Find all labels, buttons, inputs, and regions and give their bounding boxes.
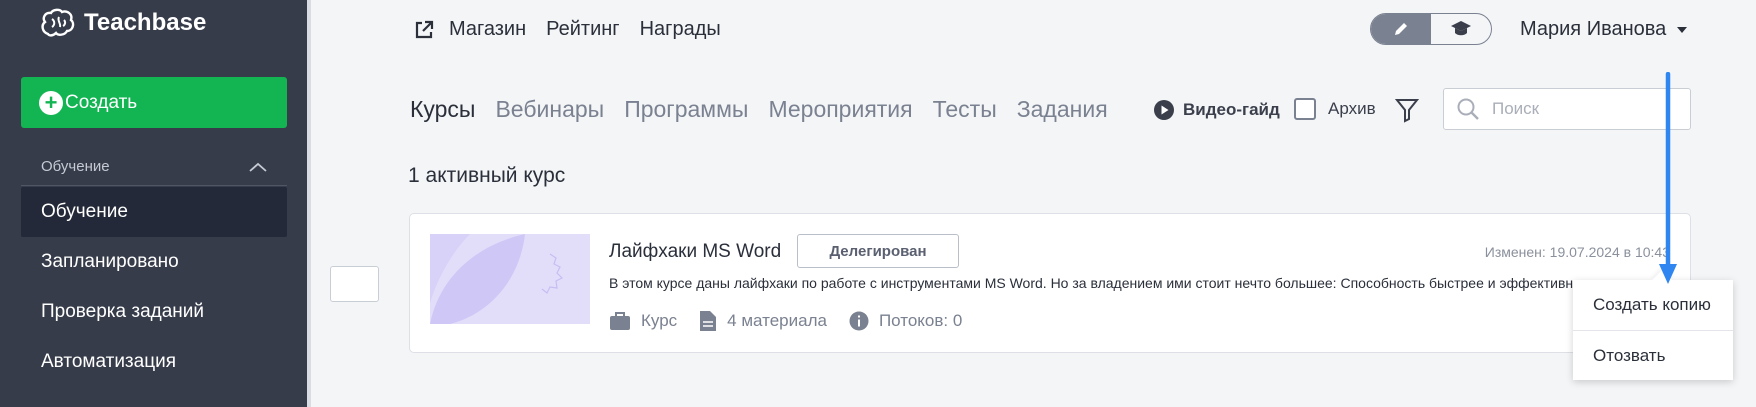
archive-label: Архив bbox=[1328, 99, 1376, 118]
course-materials-label: 4 материала bbox=[727, 311, 827, 330]
awards-link[interactable]: Награды bbox=[640, 18, 721, 41]
top-nav: Магазин Рейтинг Награды bbox=[413, 18, 721, 41]
create-button-label: Создать bbox=[65, 91, 138, 113]
user-name: Мария Иванова bbox=[1520, 18, 1667, 40]
sidebar-item-automation[interactable]: Автоматизация bbox=[21, 337, 287, 387]
brain-logo-icon bbox=[41, 8, 75, 37]
create-button[interactable]: + Создать bbox=[21, 77, 287, 128]
archive-toggle[interactable]: Архив bbox=[1294, 98, 1376, 120]
menu-item-create-copy[interactable]: Создать копию bbox=[1573, 280, 1733, 330]
tab-tests[interactable]: Тесты bbox=[933, 96, 997, 123]
mode-toggle bbox=[1370, 13, 1492, 45]
modified-date: Изменен: 19.07.2024 в 10:43 bbox=[1484, 244, 1670, 260]
caret-down-icon bbox=[1677, 26, 1688, 33]
learner-mode-button[interactable] bbox=[1431, 14, 1491, 44]
plus-icon: + bbox=[39, 90, 63, 115]
info-icon bbox=[849, 311, 869, 331]
course-description: В этом курсе даны лайфхаки по работе с и… bbox=[609, 275, 1642, 291]
course-materials: 4 материала bbox=[699, 310, 827, 332]
course-thumbnail bbox=[430, 234, 590, 324]
course-count-title: 1 активный курс bbox=[408, 164, 566, 187]
course-type-label: Курс bbox=[641, 311, 678, 330]
tab-courses[interactable]: Курсы bbox=[410, 96, 475, 123]
search-input[interactable] bbox=[1492, 99, 1672, 119]
video-guide-label: Видео-гайд bbox=[1183, 100, 1280, 119]
sidebar-item-scheduled[interactable]: Запланировано bbox=[21, 237, 287, 287]
edit-mode-button[interactable] bbox=[1371, 14, 1431, 44]
video-guide-button[interactable]: Видео-гайд bbox=[1153, 99, 1280, 121]
user-menu[interactable]: Мария Иванова bbox=[1520, 18, 1688, 41]
menu-item-revoke[interactable]: Отозвать bbox=[1573, 330, 1733, 380]
sidebar-item-learning[interactable]: Обучение bbox=[21, 187, 287, 237]
tab-events[interactable]: Мероприятия bbox=[768, 96, 912, 123]
external-link-icon bbox=[415, 20, 434, 38]
status-badge: Делегирован bbox=[797, 234, 959, 268]
search-icon bbox=[1457, 98, 1479, 120]
sidebar: Teachbase + Создать Обучение Обучение За… bbox=[0, 0, 307, 407]
sidebar-item-label: Автоматизация bbox=[41, 351, 176, 372]
sidebar-item-label: Проверка заданий bbox=[41, 301, 205, 322]
sidebar-section-label: Обучение bbox=[41, 158, 110, 175]
course-title[interactable]: Лайфхаки MS Word bbox=[609, 241, 781, 263]
course-card[interactable]: Лайфхаки MS Word Делегирован Изменен: 19… bbox=[409, 213, 1691, 353]
tab-programs[interactable]: Программы bbox=[624, 96, 748, 123]
sidebar-item-label: Обучение bbox=[41, 201, 128, 222]
course-streams: Потоков: 0 bbox=[849, 311, 962, 331]
archive-checkbox[interactable] bbox=[1294, 98, 1316, 120]
document-icon bbox=[700, 311, 717, 331]
course-thumbnail-art bbox=[430, 234, 590, 324]
pencil-icon bbox=[1395, 23, 1407, 35]
store-link-label: Магазин bbox=[449, 18, 527, 40]
tab-assignments[interactable]: Задания bbox=[1017, 96, 1108, 123]
sidebar-section-learning[interactable]: Обучение bbox=[21, 148, 287, 186]
store-link[interactable]: Магазин bbox=[413, 18, 526, 41]
sidebar-item-assignment-review[interactable]: Проверка заданий bbox=[21, 287, 287, 337]
rating-link[interactable]: Рейтинг bbox=[546, 18, 619, 41]
briefcase-icon bbox=[610, 312, 630, 330]
content-tabs: Курсы Вебинары Программы Мероприятия Тес… bbox=[410, 96, 1108, 123]
sidebar-divider bbox=[307, 0, 311, 407]
chevron-up-icon bbox=[249, 162, 267, 172]
course-type: Курс bbox=[609, 311, 677, 331]
play-icon bbox=[1154, 100, 1174, 120]
filter-icon bbox=[1394, 99, 1420, 123]
search-box bbox=[1443, 88, 1691, 130]
logo-text: Teachbase bbox=[84, 9, 207, 36]
logo[interactable]: Teachbase bbox=[40, 8, 206, 38]
filter-button[interactable] bbox=[1394, 97, 1420, 128]
course-streams-label: Потоков: 0 bbox=[878, 311, 963, 330]
graduation-cap-icon bbox=[1451, 21, 1471, 36]
row-select-checkbox[interactable] bbox=[330, 266, 379, 302]
annotation-arrow-icon bbox=[1659, 72, 1677, 284]
course-meta: Курс 4 материала Потоков: 0 bbox=[609, 310, 962, 332]
sidebar-item-label: Запланировано bbox=[41, 251, 179, 272]
tab-webinars[interactable]: Вебинары bbox=[495, 96, 604, 123]
course-context-menu: Создать копию Отозвать bbox=[1573, 270, 1733, 380]
